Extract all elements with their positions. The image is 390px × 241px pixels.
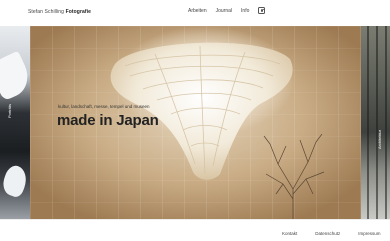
site-logo[interactable]: Stefan Schilling Fotografie [28, 9, 91, 15]
previous-slide-image-shape [0, 50, 30, 102]
slide-current[interactable]: kultur, landschaft, messe, tempel und mu… [30, 26, 361, 219]
nav-item-arbeiten[interactable]: Arbeiten [188, 8, 207, 14]
tree-branches [263, 134, 325, 219]
slide-next-label[interactable]: Architektur [377, 130, 382, 149]
slide-next[interactable] [361, 26, 390, 219]
architecture-column [376, 26, 378, 219]
slide-previous[interactable] [0, 26, 30, 219]
footer-links: Kontakt Datenschutz Impressum [282, 231, 381, 236]
instagram-icon[interactable] [258, 7, 266, 14]
architecture-column [385, 26, 387, 219]
slide-previous-label[interactable]: Porträts [7, 104, 12, 118]
slide-title[interactable]: made in Japan [57, 112, 159, 129]
site-header: Stefan Schilling Fotografie Arbeiten Jou… [0, 0, 390, 26]
footer-link-impressum[interactable]: Impressum [358, 231, 380, 236]
footer-link-datenschutz[interactable]: Datenschutz [315, 231, 340, 236]
nav-item-info[interactable]: Info [241, 8, 249, 14]
architecture-column [367, 26, 369, 219]
main-nav: Arbeiten Journal Info [188, 7, 266, 14]
brand-name: Stefan Schilling [28, 9, 65, 15]
footer-link-kontakt[interactable]: Kontakt [282, 231, 297, 236]
nav-item-journal[interactable]: Journal [216, 8, 232, 14]
brand-suffix: Fotografie [65, 9, 92, 15]
slide-subtitle: kultur, landschaft, messe, tempel und mu… [58, 104, 150, 109]
previous-slide-image-shape [0, 163, 30, 199]
site-footer: Kontakt Datenschutz Impressum [0, 219, 390, 241]
